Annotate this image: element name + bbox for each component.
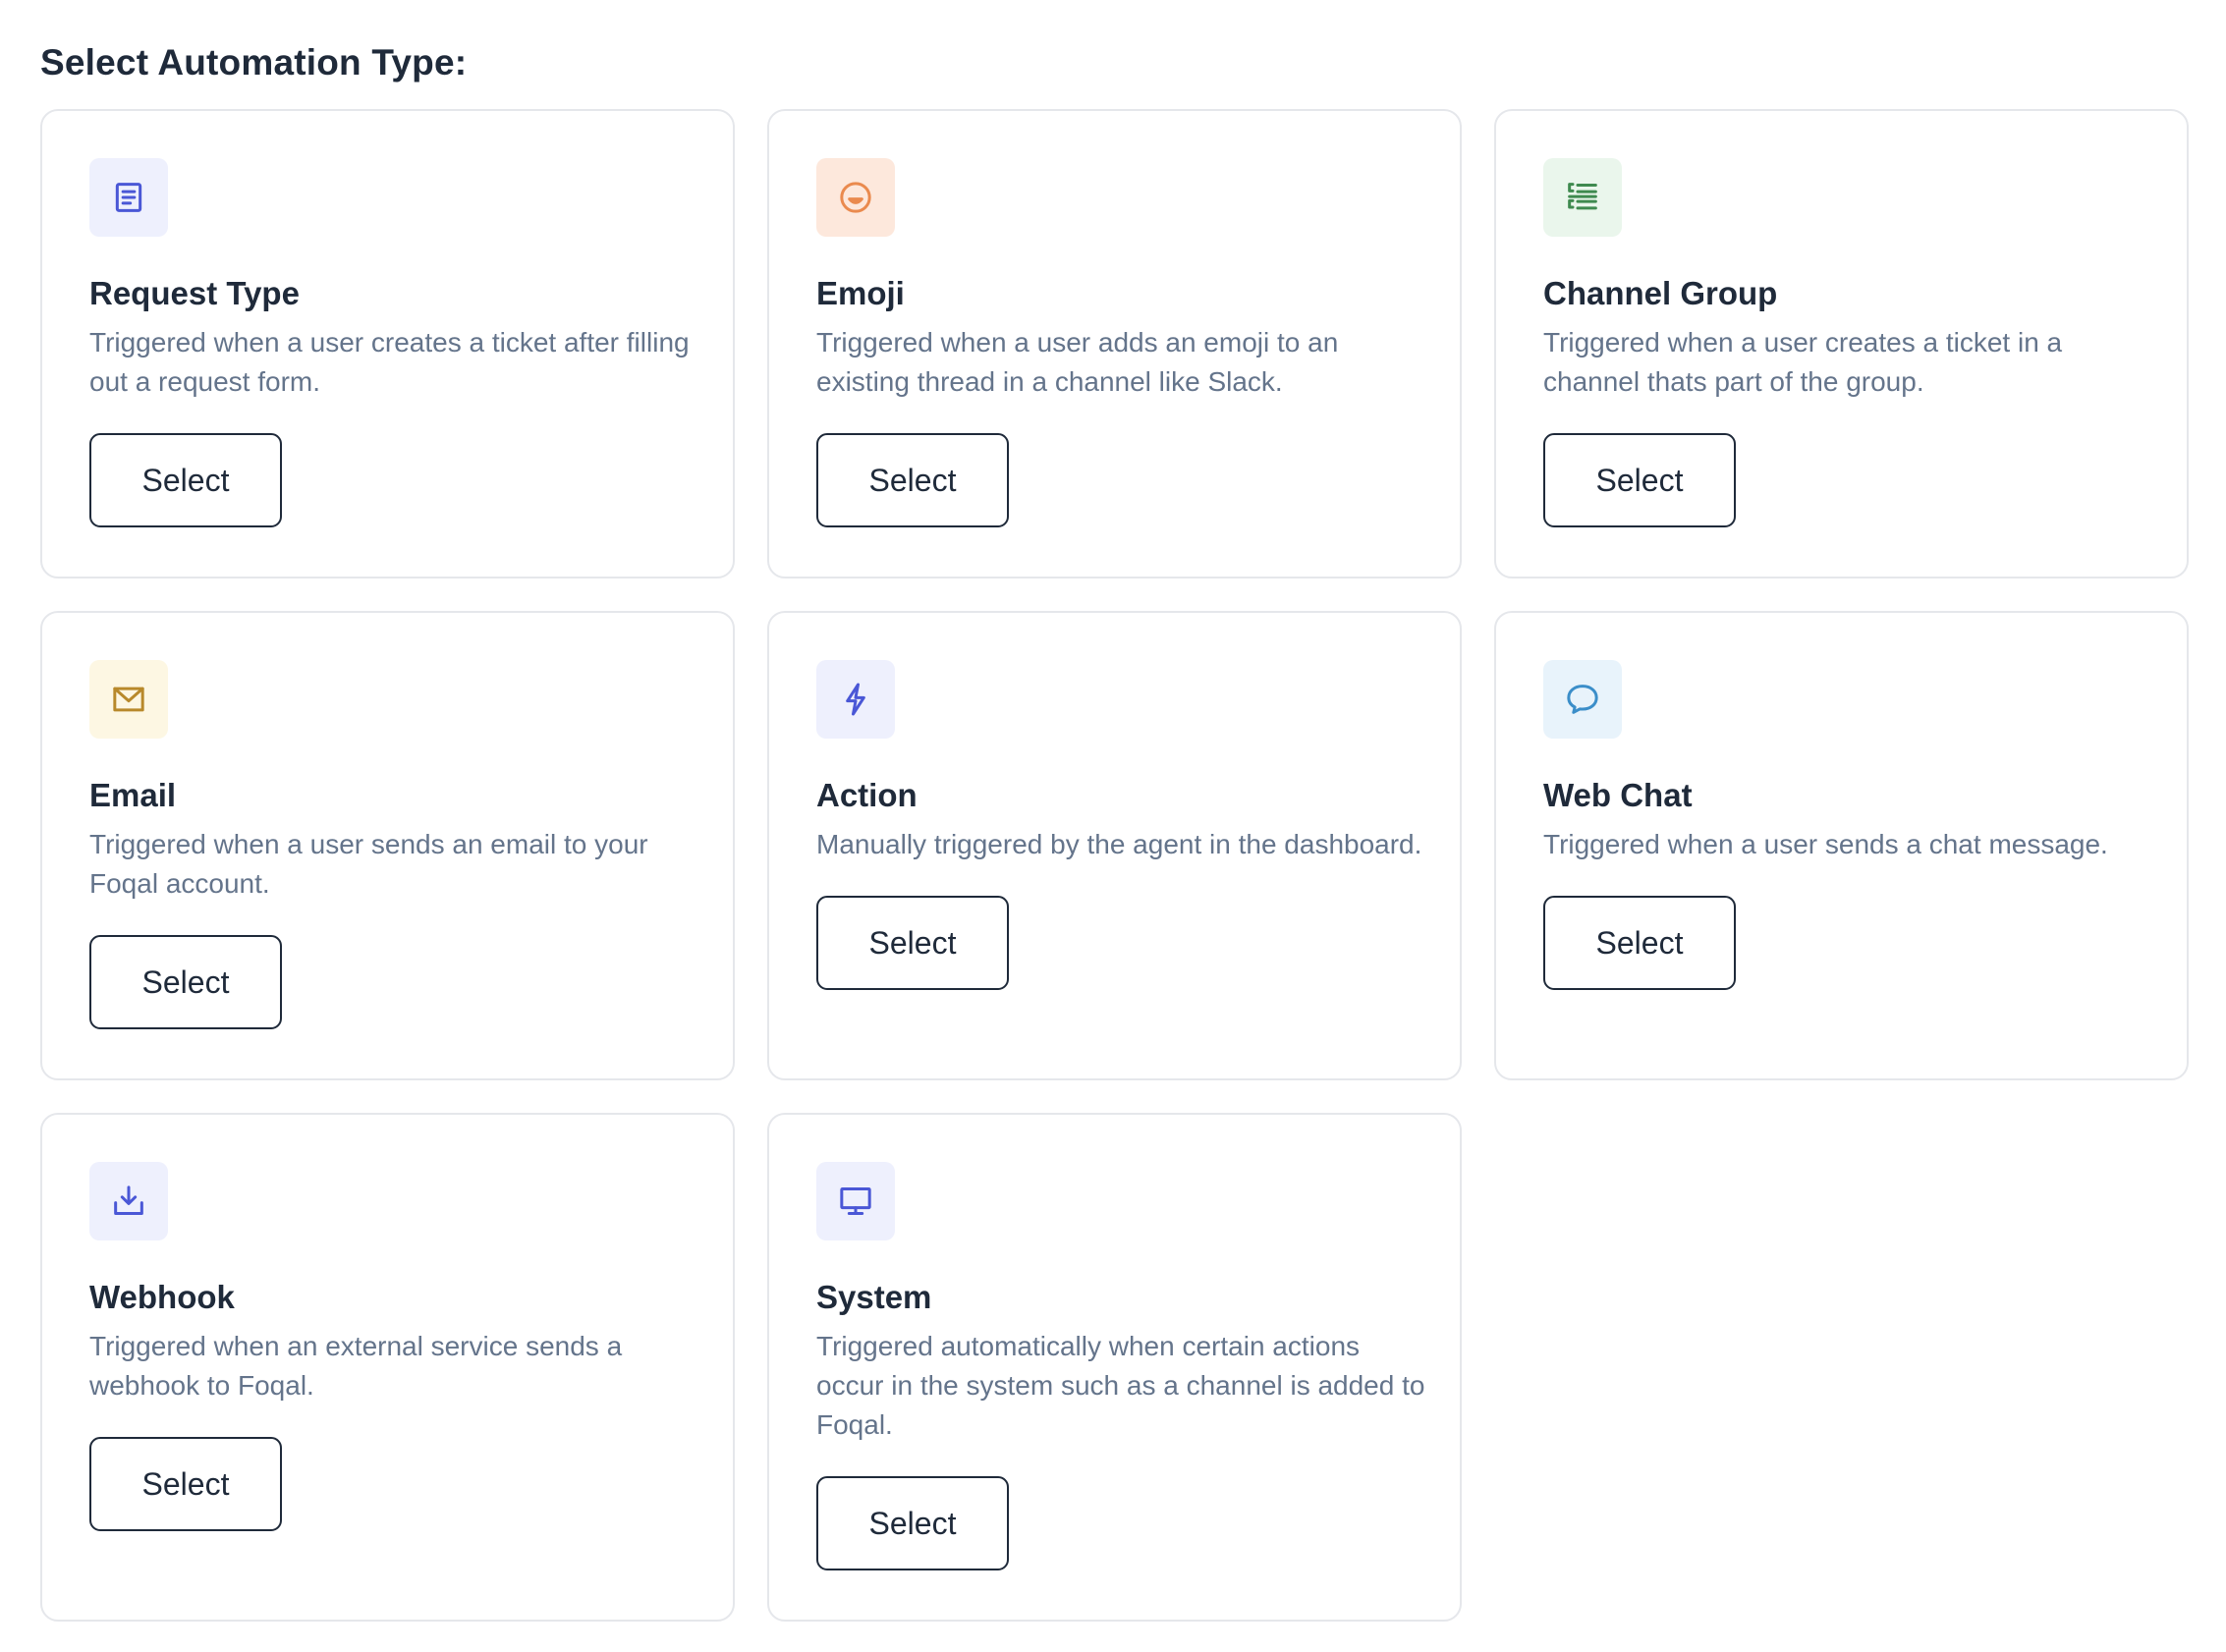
select-webhook-button[interactable]: Select — [89, 1437, 282, 1531]
automation-type-grid: Request Type Triggered when a user creat… — [40, 109, 2192, 1622]
card-web-chat: Web Chat Triggered when a user sends a c… — [1494, 611, 2189, 1080]
download-tray-icon — [114, 1185, 143, 1215]
card-title: Channel Group — [1543, 275, 1778, 311]
card-channel-group: Channel Group Triggered when a user crea… — [1494, 109, 2189, 578]
card-request-type: Request Type Triggered when a user creat… — [40, 109, 735, 578]
icon-box — [89, 1162, 168, 1240]
select-action-button[interactable]: Select — [816, 896, 1009, 990]
page-title: Select Automation Type: — [40, 42, 468, 83]
card-system: System Triggered automatically when cert… — [767, 1113, 1462, 1622]
card-title: Action — [816, 777, 918, 813]
select-emoji-button[interactable]: Select — [816, 433, 1009, 527]
select-request-type-button[interactable]: Select — [89, 433, 282, 527]
icon-box — [816, 158, 895, 237]
lightning-icon — [846, 683, 865, 716]
card-description: Triggered when a user sends an email to … — [89, 829, 648, 899]
card-title: Web Chat — [1543, 777, 1693, 813]
icon-box — [816, 660, 895, 739]
icon-box — [816, 1162, 895, 1240]
card-title: Webhook — [89, 1279, 235, 1315]
icon-box — [1543, 158, 1622, 237]
card-action: Action Manually triggered by the agent i… — [767, 611, 1462, 1080]
automation-type-page: Select Automation Type: Request Type Tri… — [40, 37, 2192, 1622]
card-title: Email — [89, 777, 177, 813]
icon-box — [89, 158, 168, 237]
card-description: Triggered when a user sends a chat messa… — [1543, 829, 2108, 859]
monitor-icon — [840, 1187, 871, 1215]
icon-box — [89, 660, 168, 739]
card-emoji: Emoji Triggered when a user adds an emoj… — [767, 109, 1462, 578]
card-description: Triggered when a user adds an emoji to a… — [816, 327, 1339, 397]
card-description: Manually triggered by the agent in the d… — [816, 829, 1422, 859]
chat-bubble-icon — [1567, 685, 1598, 714]
select-web-chat-button[interactable]: Select — [1543, 896, 1736, 990]
card-email: Email Triggered when a user sends an ema… — [40, 611, 735, 1080]
card-title: System — [816, 1279, 932, 1315]
card-description: Triggered when an external service sends… — [89, 1331, 623, 1401]
select-channel-group-button[interactable]: Select — [1543, 433, 1736, 527]
document-icon — [115, 183, 142, 212]
envelope-icon — [113, 687, 144, 712]
list-icon — [1568, 183, 1597, 210]
card-title: Emoji — [816, 275, 905, 311]
card-description: Triggered when a user creates a ticket i… — [1543, 327, 2063, 397]
select-system-button[interactable]: Select — [816, 1476, 1009, 1570]
icon-box — [1543, 660, 1622, 739]
card-description: Triggered when a user creates a ticket a… — [89, 327, 690, 397]
select-email-button[interactable]: Select — [89, 935, 282, 1029]
card-webhook: Webhook Triggered when an external servi… — [40, 1113, 735, 1622]
card-description: Triggered automatically when certain act… — [816, 1331, 1425, 1440]
card-title: Request Type — [89, 275, 300, 311]
emoji-icon — [840, 182, 871, 213]
